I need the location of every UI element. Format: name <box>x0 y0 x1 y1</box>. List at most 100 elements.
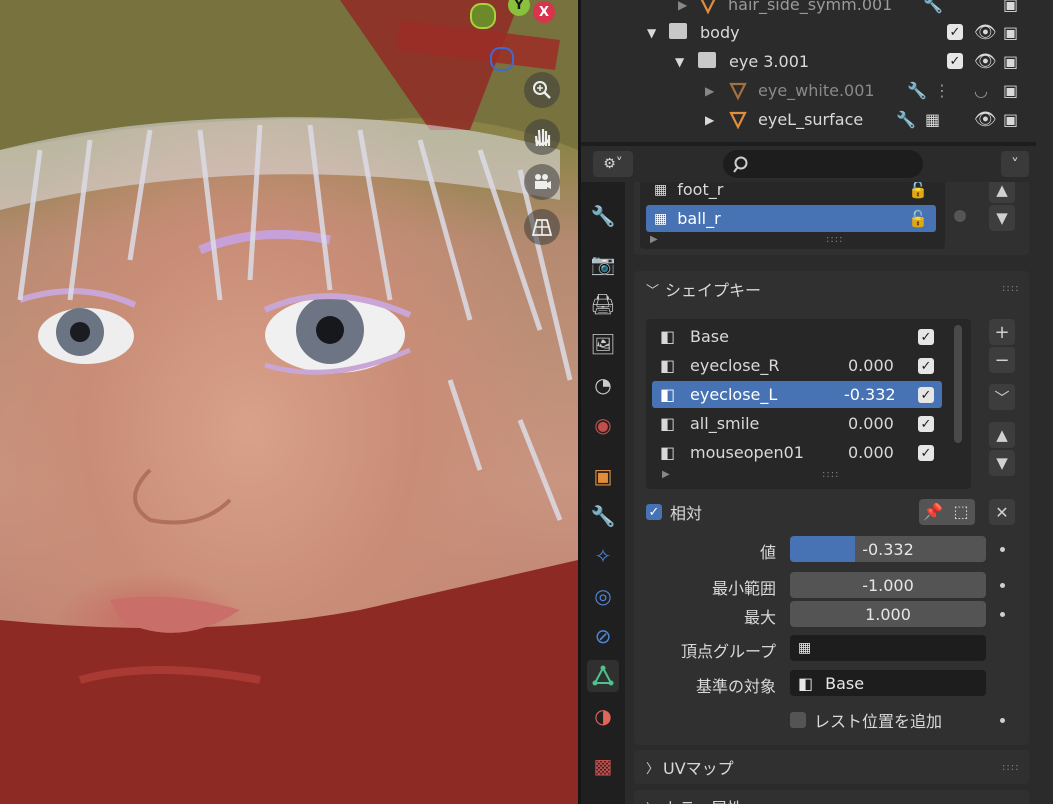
keyframe-dot[interactable] <box>1000 612 1005 617</box>
mute-checkbox[interactable]: ✓ <box>918 387 934 403</box>
list-item[interactable]: ◧ mouseopen01 0.000 ✓ <box>652 439 942 466</box>
list-item[interactable]: ◧ eyeclose_R 0.000 ✓ <box>652 352 942 379</box>
list-item-value[interactable]: 0.000 <box>848 414 894 433</box>
vertex-groups-list[interactable]: ▦ foot_r 🔓 ▦ ball_r 🔓 ▶ :::: <box>640 182 945 249</box>
lock-icon[interactable]: 🔓 <box>908 182 928 199</box>
scrollbar-thumb[interactable] <box>954 210 966 222</box>
hand-icon[interactable] <box>524 119 560 155</box>
scrollbar[interactable] <box>954 325 962 443</box>
shape-keys-list[interactable]: ◧ Base ✓ ◧ eyeclose_R 0.000 ✓ ◧ eyeclose… <box>646 319 971 489</box>
rest-position-checkbox[interactable] <box>790 712 806 728</box>
camera-icon[interactable] <box>524 164 560 200</box>
render-tab-icon[interactable]: 📷 <box>587 248 619 280</box>
camera-render-icon[interactable]: ▣ <box>1003 110 1018 129</box>
mute-checkbox[interactable]: ✓ <box>918 329 934 345</box>
gizmo-z-negative[interactable] <box>490 47 514 71</box>
tool-tab-icon[interactable]: 🔧 <box>587 200 619 232</box>
outliner-row[interactable]: ▶ eye_white.001 🔧 ⋮ ◡ ▣ <box>581 76 1036 105</box>
modifier-tab-icon[interactable]: 🔧 <box>587 500 619 532</box>
list-item[interactable]: ▦ ball_r 🔓 <box>646 205 936 232</box>
rest-position-toggle[interactable]: レスト位置を追加 <box>790 709 942 731</box>
scene-tab-icon[interactable]: ◔ <box>587 369 619 401</box>
resize-handle[interactable]: :::: <box>822 469 839 480</box>
object-tab-icon[interactable]: ▣ <box>587 460 619 492</box>
lock-icon[interactable]: 🔓 <box>908 209 928 228</box>
min-field[interactable]: -1.000 <box>790 572 986 598</box>
keyframe-dot[interactable] <box>1000 583 1005 588</box>
gizmo-y-negative[interactable] <box>470 3 496 29</box>
resize-handle[interactable]: :::: <box>826 234 843 245</box>
hidden-eye-icon[interactable]: ◡ <box>974 81 988 100</box>
relative-checkbox[interactable]: ✓ <box>646 504 662 520</box>
expand-arrow-icon[interactable]: ▶ <box>705 84 714 98</box>
uv-maps-panel-header[interactable]: 〉 UVマップ :::: <box>634 750 1029 784</box>
scroll-edge[interactable] <box>1036 0 1053 804</box>
relative-toggle[interactable]: ✓ 相対 <box>646 501 702 523</box>
expand-arrow-icon[interactable]: ▶ <box>662 469 670 480</box>
vertex-group-icon[interactable]: ▦ <box>925 110 940 129</box>
move-down-button[interactable]: ▼ <box>989 205 1015 231</box>
list-item[interactable]: ◧ Base ✓ <box>652 323 942 350</box>
outliner-row[interactable]: ▶ eyeL_surface 🔧 ▦ 👁 ▣ <box>581 105 1036 134</box>
collapse-arrow-icon[interactable]: ▼ <box>675 55 684 69</box>
3d-viewport[interactable]: Y X <box>0 0 578 804</box>
zoom-icon[interactable] <box>524 72 560 108</box>
wrench-icon[interactable]: 🔧 <box>896 110 916 129</box>
include-checkbox[interactable]: ✓ <box>947 24 963 40</box>
relative-to-field[interactable]: ◧ Base <box>790 670 986 696</box>
expand-arrow-icon[interactable]: ▶ <box>678 0 687 12</box>
list-item[interactable]: ◧ all_smile 0.000 ✓ <box>652 410 942 437</box>
list-item-value[interactable]: -0.332 <box>844 385 896 404</box>
camera-render-icon[interactable]: ▣ <box>1003 52 1018 71</box>
list-item[interactable]: ◧ eyeclose_L -0.332 ✓ <box>652 381 942 408</box>
shape-keys-header[interactable]: ﹀ シェイプキー :::: <box>634 271 1029 307</box>
max-field[interactable]: 1.000 <box>790 601 986 627</box>
constraints-tab-icon[interactable]: ⊘ <box>587 620 619 652</box>
eye-icon[interactable]: 👁 <box>974 22 997 43</box>
move-up-button[interactable]: ▲ <box>989 422 1015 448</box>
collapse-arrow-icon[interactable]: ▼ <box>647 26 656 40</box>
camera-render-icon[interactable]: ▣ <box>1003 81 1018 100</box>
grid-icon[interactable] <box>524 209 560 245</box>
gizmo-x-axis[interactable]: X <box>533 1 555 23</box>
mute-checkbox[interactable]: ✓ <box>918 445 934 461</box>
pin-icon[interactable]: 📌 <box>919 499 947 525</box>
expand-arrow-icon[interactable]: ▶ <box>705 113 714 127</box>
mute-checkbox[interactable]: ✓ <box>918 416 934 432</box>
list-item-value[interactable]: 0.000 <box>848 356 894 375</box>
texture-tab-icon[interactable]: ▩ <box>587 750 619 782</box>
value-slider[interactable]: -0.332 <box>790 536 986 562</box>
specials-menu-button[interactable]: ﹀ <box>989 384 1015 410</box>
include-checkbox[interactable]: ✓ <box>947 53 963 69</box>
color-attributes-panel-header[interactable]: 〉 カラー属性 :::: <box>634 790 1029 804</box>
mesh-data-tab-icon[interactable] <box>587 660 619 692</box>
wrench-icon[interactable]: 🔧 <box>923 0 943 14</box>
outliner-row[interactable]: ▼ eye 3.001 ✓ 👁 ▣ <box>581 47 1036 76</box>
list-item[interactable]: ▦ foot_r 🔓 <box>646 182 936 203</box>
expand-arrow-icon[interactable]: ▶ <box>650 234 658 245</box>
drag-handle[interactable]: :::: <box>1002 762 1019 773</box>
keyframe-dot[interactable] <box>1000 718 1005 723</box>
outliner-row[interactable]: ▶ hair_side_symm.001 🔧 ▣ <box>581 0 1036 19</box>
eye-icon[interactable]: 👁 <box>974 109 997 130</box>
clear-button[interactable]: ✕ <box>989 499 1015 525</box>
output-tab-icon[interactable]: 🖨 <box>587 288 619 320</box>
wrench-icon[interactable]: 🔧 <box>907 81 927 100</box>
camera-render-icon[interactable]: ▣ <box>1003 23 1018 42</box>
keyframe-dot[interactable] <box>1000 547 1005 552</box>
search-input[interactable] <box>723 150 923 178</box>
particles-tab-icon[interactable]: ✧ <box>587 540 619 572</box>
drag-handle[interactable]: :::: <box>1002 283 1019 294</box>
material-tab-icon[interactable]: ◑ <box>587 700 619 732</box>
eye-icon[interactable]: 👁 <box>974 51 997 72</box>
vertex-group-field[interactable]: ▦ <box>790 635 986 661</box>
view-layer-tab-icon[interactable]: 🖼 <box>587 328 619 360</box>
physics-tab-icon[interactable]: ◎ <box>587 580 619 612</box>
move-down-button[interactable]: ▼ <box>989 450 1015 476</box>
list-item-value[interactable]: 0.000 <box>848 443 894 462</box>
render-icon[interactable]: ▣ <box>1003 0 1018 14</box>
mute-checkbox[interactable]: ✓ <box>918 358 934 374</box>
edit-mode-icon[interactable]: ⬚ <box>947 499 975 525</box>
editor-type-button[interactable]: ⚙˅ <box>593 151 633 177</box>
remove-shape-key-button[interactable]: − <box>989 347 1015 373</box>
